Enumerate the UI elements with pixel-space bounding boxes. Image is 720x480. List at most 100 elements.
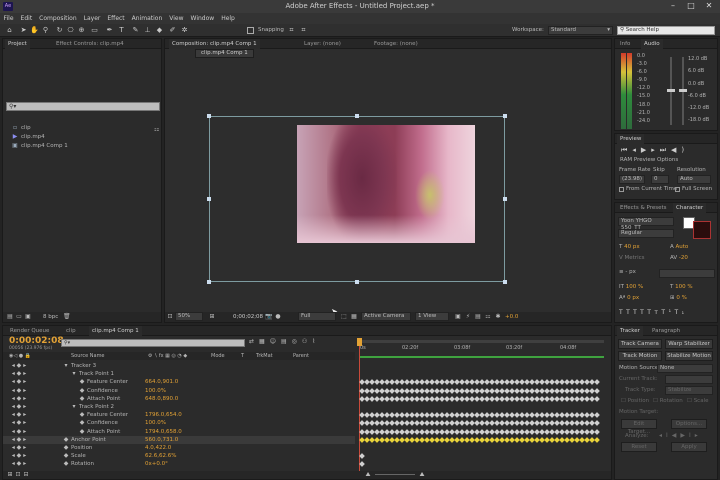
- keyframe-navigator-icon[interactable]: ◂ ◆ ▸: [9, 436, 29, 443]
- keyframe-navigator-icon[interactable]: ◂ ◆ ▸: [9, 371, 29, 377]
- menu-help[interactable]: Help: [218, 13, 239, 24]
- snap-icon-1[interactable]: ⌗: [287, 26, 296, 35]
- tab-clip[interactable]: clip: [63, 326, 79, 336]
- table-row[interactable]: ◆ ◂ ◆ ▸ Anchor Point 560.0,731.0: [3, 435, 355, 444]
- current-timecode[interactable]: 0:00:02:08: [9, 336, 64, 346]
- trkmat-header[interactable]: TrkMat: [256, 352, 273, 360]
- keyframe-navigator-icon[interactable]: ◂ ◆ ▸: [9, 412, 29, 418]
- track-type-select[interactable]: Stabilize: [665, 386, 713, 395]
- list-item[interactable]: ▶ clip.mp4: [3, 133, 161, 141]
- stopwatch-icon[interactable]: ◆: [63, 445, 69, 451]
- maximize-icon[interactable]: □: [682, 1, 700, 12]
- camera-tool-icon[interactable]: ⎔: [66, 26, 75, 35]
- trash-icon[interactable]: 🗑: [63, 314, 71, 320]
- keyframe-marker[interactable]: [359, 461, 365, 468]
- keyframe-navigator-icon[interactable]: ◂ ◆ ▸: [9, 420, 29, 426]
- shy-layers-icon[interactable]: ☺: [270, 338, 281, 345]
- keyframe-navigator-icon[interactable]: ◂ ◆ ▸: [9, 461, 29, 467]
- motion-blur-icon[interactable]: ◎: [292, 338, 302, 345]
- keyframe-marker[interactable]: [594, 395, 600, 402]
- playhead-handle[interactable]: [357, 338, 362, 346]
- property-value[interactable]: 560.0,731.0: [145, 436, 178, 444]
- menu-animation[interactable]: Animation: [128, 13, 166, 24]
- leading-row[interactable]: A Auto: [670, 244, 688, 250]
- minimize-icon[interactable]: –: [664, 1, 682, 12]
- table-row[interactable]: ◆ ◂ ◆ ▸ Rotation 0x+0.0°: [3, 460, 355, 468]
- menu-window[interactable]: Window: [187, 13, 218, 24]
- table-row[interactable]: ◆ ◂ ◆ ▸ Attach Point 648.0,890.0: [3, 395, 355, 403]
- new-folder-icon[interactable]: ▭: [16, 314, 22, 320]
- keyframe-navigator-icon[interactable]: ◂ ◆ ▸: [9, 387, 29, 394]
- from-current-checkbox[interactable]: [619, 187, 624, 192]
- keyframe-navigator-icon[interactable]: ◂ ◆ ▸: [9, 395, 29, 402]
- timeline-icon[interactable]: ▤: [475, 314, 481, 320]
- stopwatch-icon[interactable]: ◆: [79, 395, 85, 402]
- track-camera-button[interactable]: Track Camera: [618, 339, 662, 349]
- tab-footage[interactable]: Footage: (none): [371, 39, 421, 49]
- expand-panel-icon[interactable]: ⊞: [7, 472, 13, 478]
- faux-bold-button[interactable]: T: [619, 309, 626, 316]
- superscript-button[interactable]: T¹: [661, 309, 674, 316]
- stroke-color-swatch[interactable]: [693, 221, 711, 239]
- motion-source-select[interactable]: None: [657, 364, 713, 373]
- keyframe-navigator-icon[interactable]: ◂ ◆ ▸: [9, 453, 29, 459]
- clone-stamp-tool-icon[interactable]: ⊥: [143, 26, 152, 35]
- tab-composition[interactable]: Composition: clip.mp4 Comp 1: [169, 39, 260, 49]
- toggle-pixel-aspect-icon[interactable]: ▣: [455, 314, 461, 320]
- parent-header[interactable]: Parent: [293, 352, 309, 360]
- always-preview-icon[interactable]: ⊡: [167, 314, 173, 320]
- source-name-header[interactable]: Source Name: [71, 352, 105, 360]
- tab-paragraph[interactable]: Paragraph: [649, 326, 683, 336]
- comp-mini-flowchart-icon[interactable]: ⇄: [249, 338, 259, 345]
- table-row[interactable]: ◆ ◂ ◆ ▸ Confidence 100.0%: [3, 387, 355, 395]
- list-item[interactable]: ▫ clip: [3, 124, 161, 132]
- menu-layer[interactable]: Layer: [80, 13, 104, 24]
- close-icon[interactable]: ✕: [700, 1, 718, 12]
- comp-subtab[interactable]: clip.mp4 Comp 1: [195, 49, 254, 58]
- horizontal-scale-row[interactable]: T 100 %: [670, 284, 693, 290]
- transform-handle[interactable]: [355, 114, 359, 118]
- tab-tracker[interactable]: Tracker: [617, 326, 643, 336]
- type-tool-icon[interactable]: T: [117, 26, 126, 35]
- interpret-footage-icon[interactable]: ▤: [7, 314, 13, 320]
- audio-slider-handle[interactable]: [667, 89, 675, 92]
- flowchart-icon[interactable]: ⚏: [485, 314, 491, 320]
- mute-icon[interactable]: ◀): [671, 146, 689, 154]
- skip-select[interactable]: 0: [651, 175, 669, 184]
- keyframe-navigator-icon[interactable]: ◂ ◆ ▸: [9, 404, 29, 410]
- zoom-out-icon[interactable]: ⛰: [365, 472, 371, 478]
- hand-tool-icon[interactable]: ✋: [30, 26, 39, 35]
- property-value[interactable]: 62.6,62.6%: [145, 452, 176, 460]
- table-row[interactable]: ◆ ◂ ◆ ▸ Confidence 100.0%: [3, 419, 355, 427]
- workspace-select[interactable]: Standard ▾: [548, 26, 613, 35]
- t-header[interactable]: T: [241, 352, 244, 360]
- zoom-slider[interactable]: [375, 474, 415, 475]
- track-motion-button[interactable]: Track Motion: [618, 351, 662, 361]
- stopwatch-icon[interactable]: ◆: [79, 379, 85, 385]
- keyframe-marker[interactable]: [594, 412, 600, 419]
- draft-3d-icon[interactable]: ▦: [259, 338, 270, 345]
- transform-handle[interactable]: [355, 280, 359, 284]
- transform-handle[interactable]: [207, 197, 211, 201]
- table-row[interactable]: ▾ ◂ ◆ ▸ Tracker 3: [3, 362, 355, 370]
- resolution-select[interactable]: Auto: [677, 175, 711, 184]
- stopwatch-icon[interactable]: ◆: [63, 461, 69, 467]
- property-value[interactable]: 100.0%: [145, 387, 166, 395]
- transform-handle[interactable]: [503, 280, 507, 284]
- stopwatch-icon[interactable]: ◆: [63, 453, 69, 459]
- font-style-select[interactable]: Regular: [618, 229, 674, 238]
- keyframe-navigator-icon[interactable]: ◂ ◆ ▸: [9, 379, 29, 385]
- roto-brush-tool-icon[interactable]: ✐: [168, 26, 177, 35]
- flowchart-icon[interactable]: ⚏: [154, 126, 159, 133]
- baseline-row[interactable]: Aª 0 px: [619, 295, 639, 301]
- options-button[interactable]: Options...: [671, 419, 707, 429]
- keyframe-marker[interactable]: [594, 420, 600, 427]
- resolution-select[interactable]: Full: [298, 312, 336, 321]
- comp-timecode[interactable]: 0;00;02;08: [233, 314, 263, 320]
- last-frame-icon[interactable]: ⏭: [660, 146, 671, 154]
- scale-checkbox[interactable]: ☐ Scale: [687, 398, 709, 404]
- project-search-input[interactable]: ⚲▾: [6, 102, 160, 111]
- menu-effect[interactable]: Effect: [104, 13, 128, 24]
- stopwatch-icon[interactable]: ◆: [63, 436, 69, 443]
- tracking-row[interactable]: AV -20: [670, 255, 688, 261]
